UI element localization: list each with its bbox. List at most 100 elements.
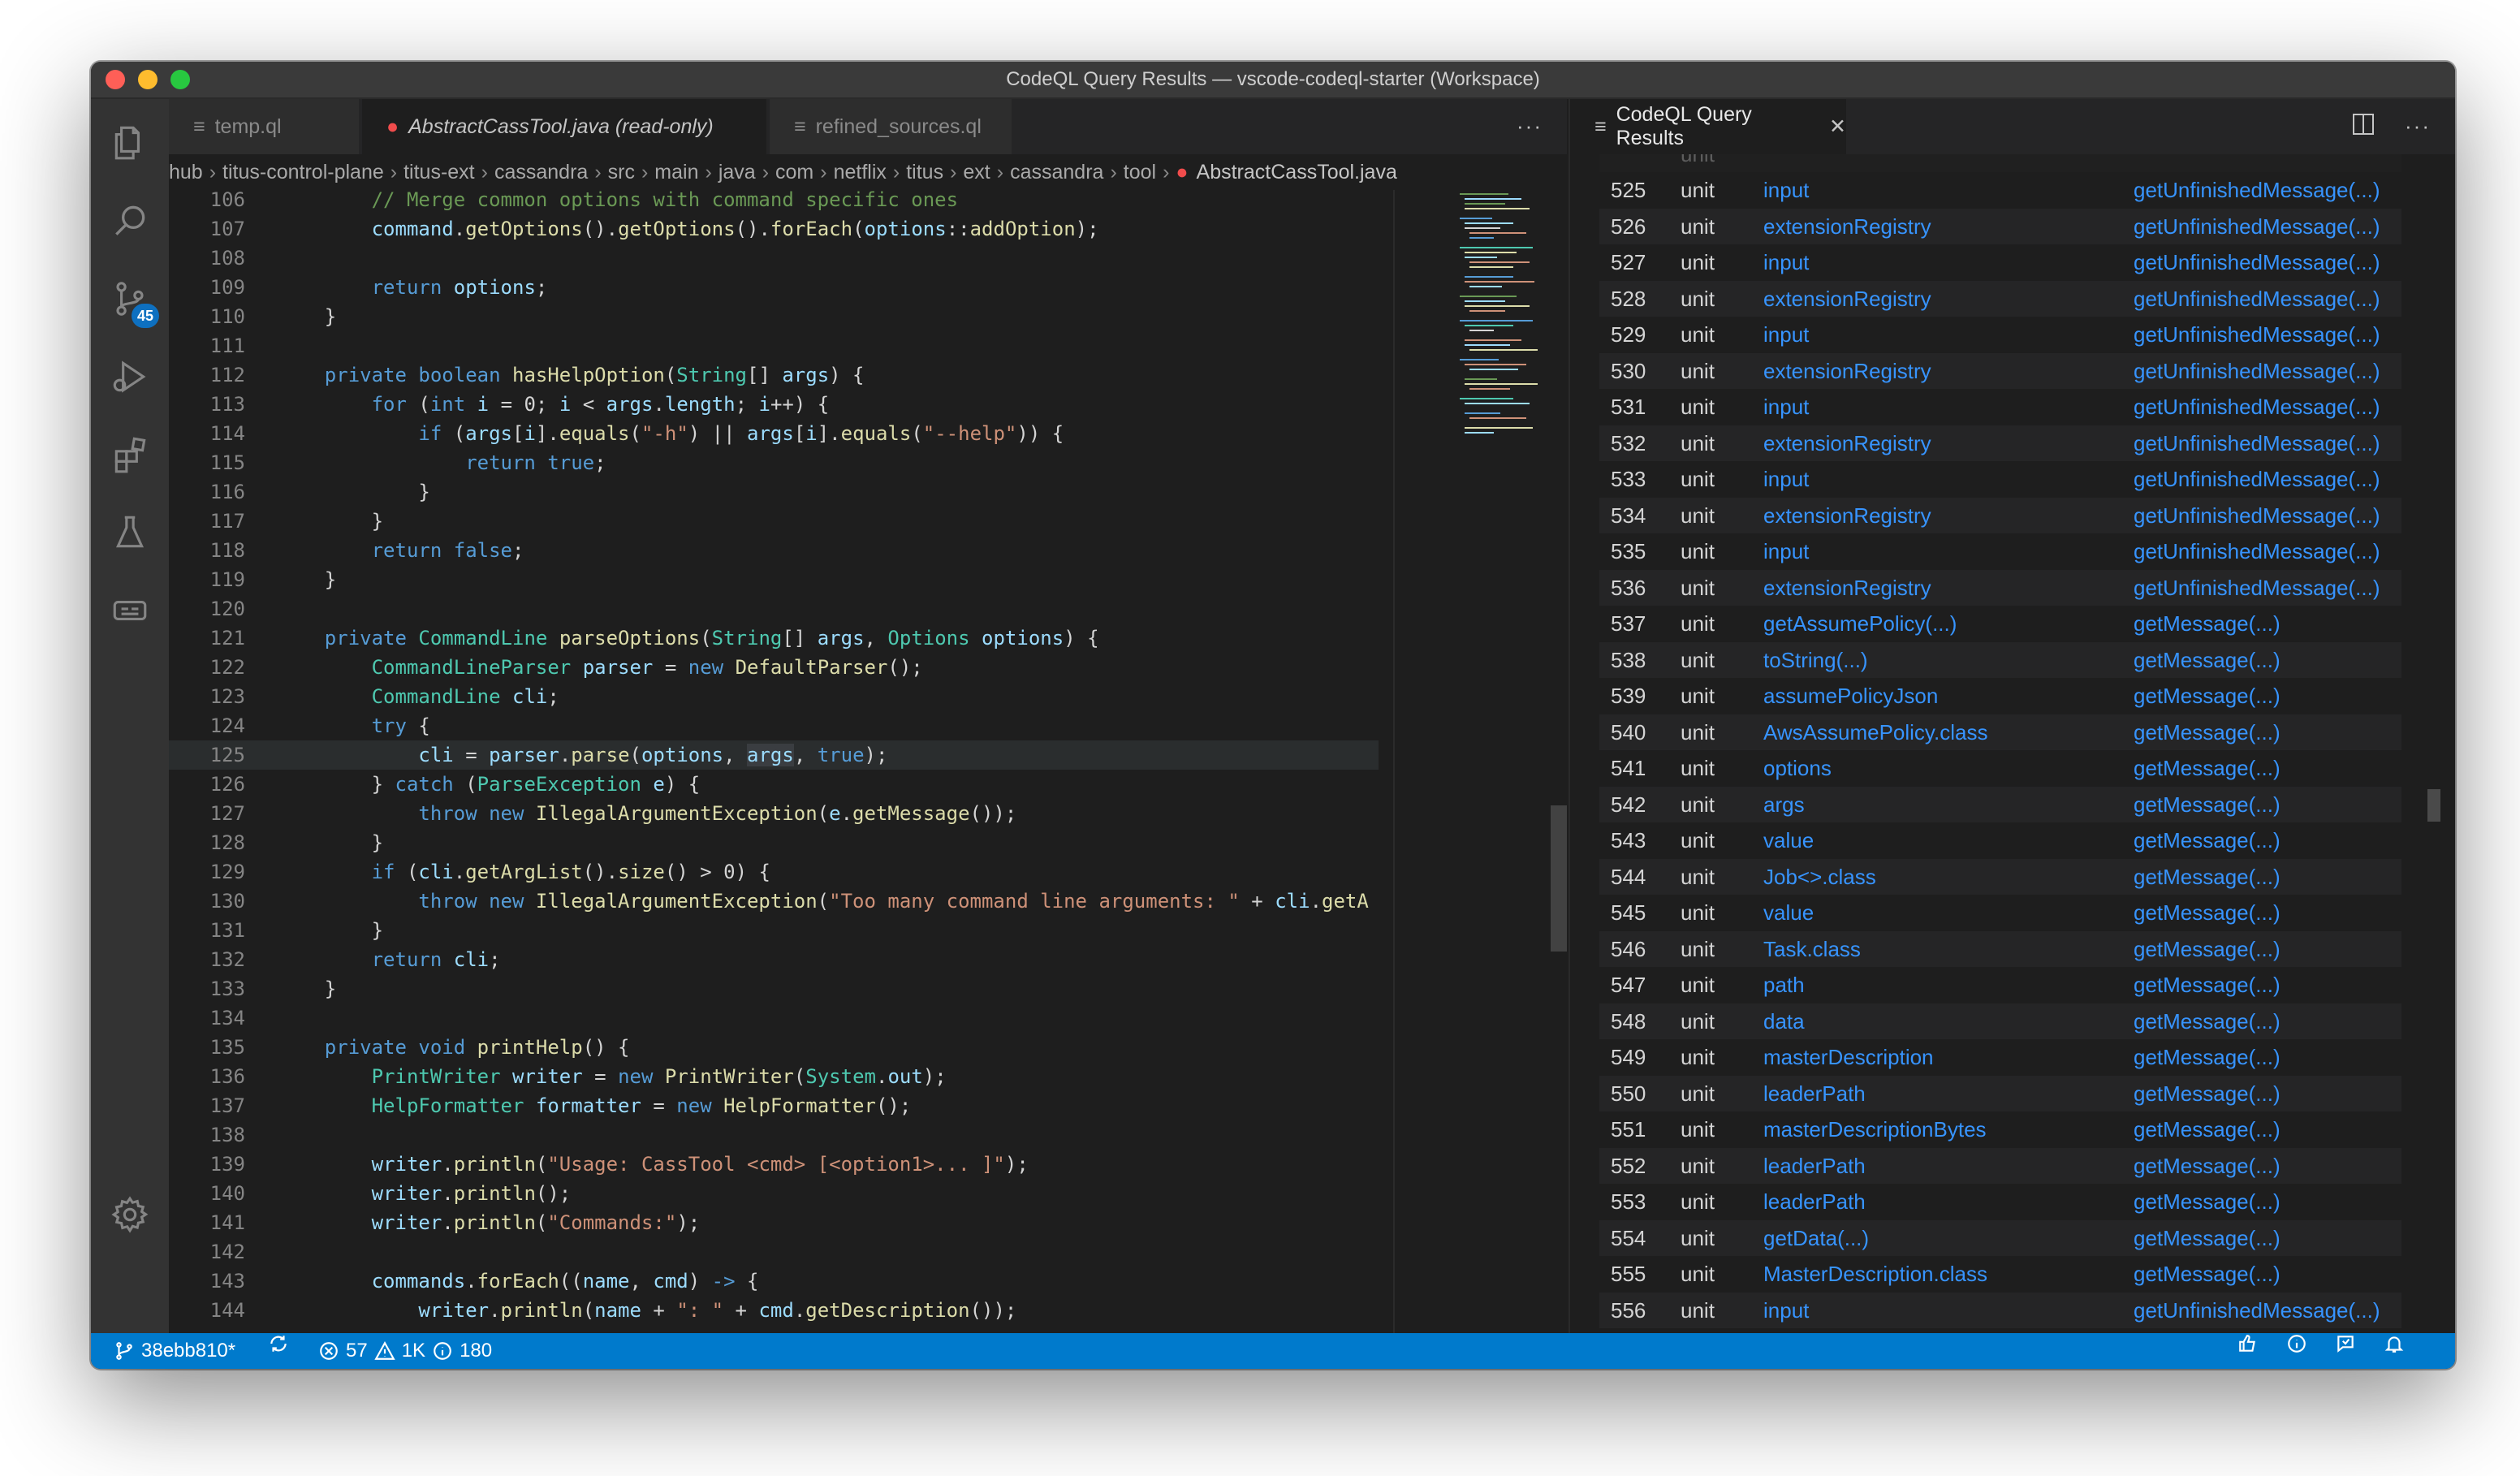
notifications-button[interactable] (2384, 1333, 2405, 1354)
result-link[interactable]: MasterDescription.class (1763, 1256, 1987, 1292)
result-link[interactable]: input (1763, 1293, 1809, 1328)
result-link[interactable]: getData(...) (1763, 1220, 1869, 1256)
result-link[interactable]: leaderPath (1763, 1076, 1866, 1111)
message-link[interactable]: getUnfinishedMessage(...) (2134, 317, 2380, 352)
message-link[interactable]: getMessage(...) (2134, 967, 2281, 1003)
result-link[interactable]: toString(...) (1763, 642, 1868, 678)
message-link[interactable]: getMessage(...) (2134, 1003, 2281, 1039)
info-button[interactable] (2286, 1333, 2307, 1354)
message-link[interactable]: getUnfinishedMessage(...) (2134, 1293, 2380, 1328)
result-link[interactable]: AwsAssumePolicy.class (1763, 714, 1987, 750)
more-actions-button[interactable]: ··· (1517, 114, 1543, 139)
breadcrumb-item[interactable]: cassandra (494, 161, 588, 183)
result-link[interactable]: extensionRegistry (1763, 570, 1931, 606)
message-link[interactable]: getMessage(...) (2134, 859, 2281, 895)
result-link[interactable]: assumePolicyJson (1763, 678, 1938, 714)
message-link[interactable]: getMessage(...) (2134, 714, 2281, 750)
breadcrumb-item[interactable]: titus-control-plane (222, 161, 384, 183)
message-link[interactable]: getMessage(...) (2134, 678, 2281, 714)
message-link[interactable]: getUnfinishedMessage(...) (2134, 570, 2380, 606)
result-link[interactable]: extensionRegistry (1763, 209, 1931, 244)
breadcrumb-item[interactable]: hub (169, 161, 203, 183)
result-link[interactable]: value (1763, 822, 1814, 858)
tab-abstractcasstool[interactable]: ● AbstractCassTool.java (read-only) (362, 99, 768, 154)
breadcrumb-item[interactable]: com (775, 161, 813, 183)
result-link[interactable]: input (1763, 461, 1809, 497)
source-control-icon[interactable]: 45 (91, 260, 169, 338)
result-link[interactable]: args (1763, 787, 1805, 822)
message-link[interactable]: getMessage(...) (2134, 1184, 2281, 1219)
branch-indicator[interactable]: 38ebb810* (114, 1333, 235, 1369)
result-link[interactable]: extensionRegistry (1763, 425, 1931, 461)
message-link[interactable]: getMessage(...) (2134, 931, 2281, 967)
message-link[interactable]: getMessage(...) (2134, 1220, 2281, 1256)
explorer-icon[interactable] (91, 104, 169, 182)
result-link[interactable]: getAssumePolicy(...) (1763, 606, 1957, 641)
message-link[interactable]: getUnfinishedMessage(...) (2134, 533, 2380, 569)
result-link[interactable]: input (1763, 244, 1809, 280)
message-link[interactable]: getUnfinishedMessage(...) (2134, 244, 2380, 280)
breadcrumb-item[interactable]: ext (963, 161, 990, 183)
message-link[interactable]: getUnfinishedMessage(...) (2134, 209, 2380, 244)
result-link[interactable]: masterDescriptionBytes (1763, 1111, 1987, 1147)
result-link[interactable]: path (1763, 967, 1805, 1003)
result-link[interactable]: value (1763, 895, 1814, 930)
message-link[interactable]: getMessage(...) (2134, 642, 2281, 678)
results-scrollbar[interactable] (2427, 789, 2440, 822)
message-link[interactable]: getUnfinishedMessage(...) (2134, 461, 2380, 497)
breadcrumb-item[interactable]: netflix (834, 161, 887, 183)
message-link[interactable]: getMessage(...) (2134, 822, 2281, 858)
feedback-button[interactable] (2237, 1333, 2259, 1354)
search-icon[interactable] (91, 182, 169, 260)
live-share-button[interactable] (2335, 1333, 2356, 1354)
message-link[interactable]: getUnfinishedMessage(...) (2134, 389, 2380, 425)
breadcrumb-item[interactable]: cassandra (1010, 161, 1103, 183)
result-link[interactable]: input (1763, 172, 1809, 208)
tab-refined-sources[interactable]: ≡ refined_sources.ql (770, 99, 1013, 154)
code-editor[interactable]: 106 // Merge common options with command… (169, 190, 1379, 1333)
result-link[interactable]: extensionRegistry (1763, 281, 1931, 317)
result-link[interactable]: masterDescription (1763, 1039, 1934, 1075)
run-debug-icon[interactable] (91, 338, 169, 416)
codeql-icon[interactable] (91, 572, 169, 650)
breadcrumb-item[interactable]: titus (906, 161, 943, 183)
result-link[interactable]: leaderPath (1763, 1184, 1866, 1219)
message-link[interactable]: getUnfinishedMessage(...) (2134, 172, 2380, 208)
message-link[interactable]: getUnfinishedMessage(...) (2134, 425, 2380, 461)
testing-flask-icon[interactable] (91, 494, 169, 572)
message-link[interactable]: getUnfinishedMessage(...) (2134, 281, 2380, 317)
result-link[interactable]: options (1763, 750, 1832, 786)
sync-button[interactable] (268, 1333, 289, 1354)
more-actions-button[interactable]: ··· (2405, 114, 2431, 139)
result-link[interactable]: leaderPath (1763, 1148, 1866, 1184)
editor-scrollbar[interactable] (1551, 805, 1567, 952)
settings-gear-icon[interactable] (91, 1176, 169, 1254)
result-link[interactable]: Task.class (1763, 931, 1861, 967)
breadcrumb-item[interactable]: main (654, 161, 698, 183)
split-editor-icon[interactable] (2353, 114, 2374, 135)
extensions-icon[interactable] (91, 416, 169, 494)
result-link[interactable]: data (1763, 1003, 1805, 1039)
message-link[interactable]: getUnfinishedMessage(...) (2134, 353, 2380, 389)
tab-codeql-query-results[interactable]: ≡ CodeQL Query Results ✕ (1570, 99, 1846, 154)
message-link[interactable]: getMessage(...) (2134, 1111, 2281, 1147)
message-link[interactable]: getMessage(...) (2134, 895, 2281, 930)
result-link[interactable]: input (1763, 317, 1809, 352)
tab-temp-ql[interactable]: ≡ temp.ql (169, 99, 360, 154)
breadcrumb-item[interactable]: titus-ext (403, 161, 475, 183)
message-link[interactable]: getMessage(...) (2134, 1148, 2281, 1184)
breadcrumb-item[interactable]: java (718, 161, 756, 183)
close-icon[interactable]: ✕ (1829, 114, 1846, 139)
result-link[interactable]: input (1763, 389, 1809, 425)
breadcrumb-item[interactable]: tool (1124, 161, 1156, 183)
message-link[interactable]: getMessage(...) (2134, 1039, 2281, 1075)
minimap[interactable] (1460, 190, 1549, 596)
message-link[interactable]: getMessage(...) (2134, 1256, 2281, 1292)
message-link[interactable]: getMessage(...) (2134, 606, 2281, 641)
result-link[interactable]: Job<>.class (1763, 859, 1876, 895)
problems-indicator[interactable]: 57 1K 180 (318, 1333, 492, 1369)
message-link[interactable]: getMessage(...) (2134, 750, 2281, 786)
message-link[interactable]: getMessage(...) (2134, 787, 2281, 822)
result-link[interactable]: input (1763, 533, 1809, 569)
breadcrumb-item[interactable]: AbstractCassTool.java (1197, 161, 1397, 183)
